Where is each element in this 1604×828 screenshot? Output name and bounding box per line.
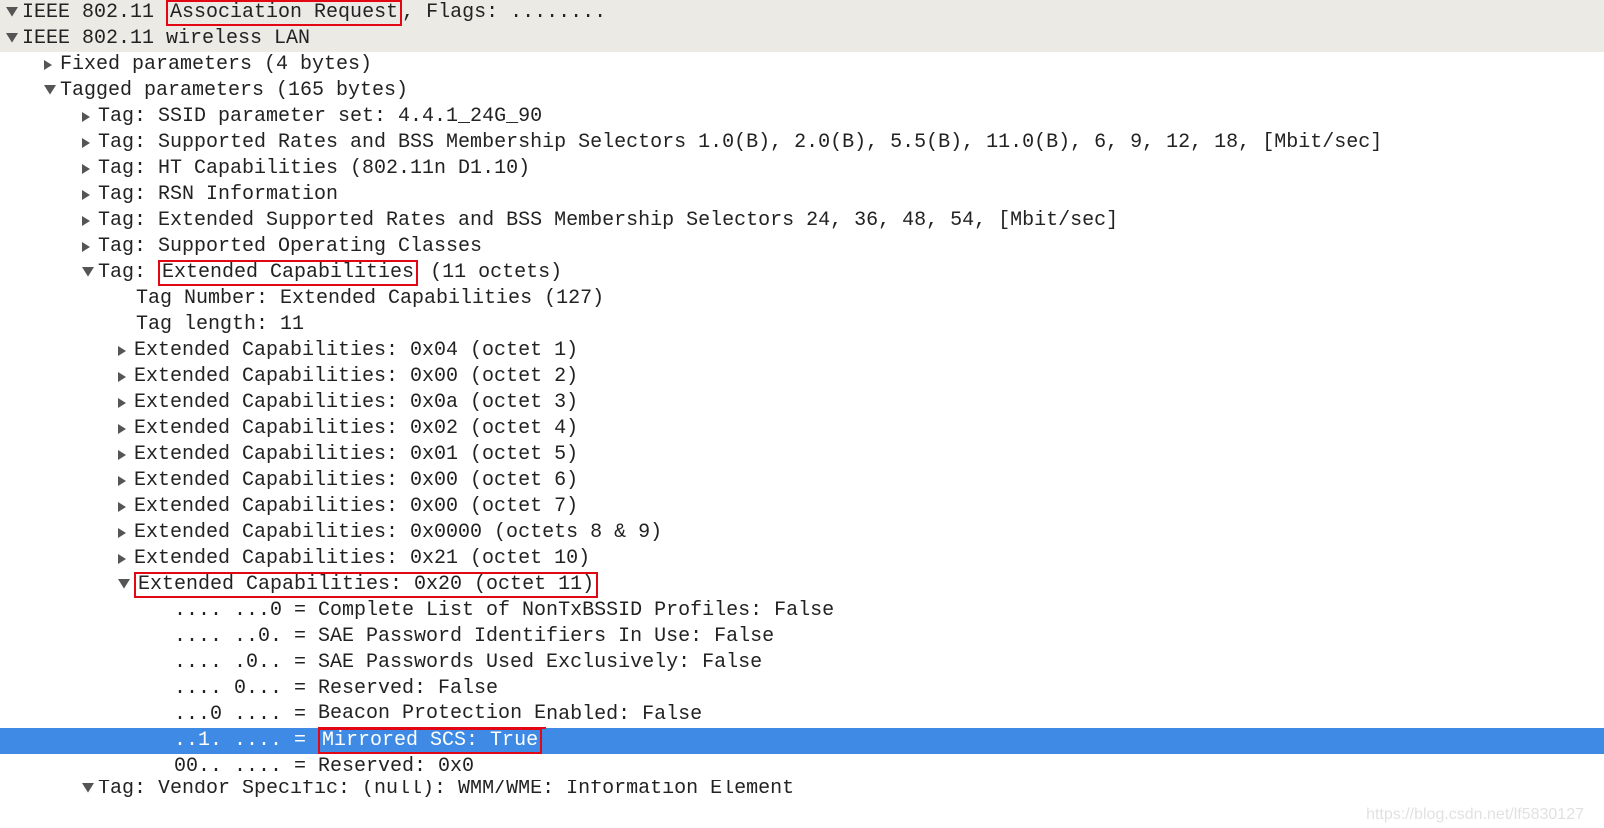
- expand-toggle-icon[interactable]: [118, 501, 132, 513]
- expand-toggle-icon[interactable]: [82, 111, 96, 123]
- text: Tag: Extended Supported Rates and BSS Me…: [98, 208, 1118, 234]
- tree-row-bit-selected[interactable]: ..1. .... = Mirrored SCS: True: [0, 728, 1604, 754]
- highlight-box: Mirrored SCS: True: [318, 728, 542, 754]
- tree-row-ieee80211-wlan[interactable]: IEEE 802.11 wireless LAN: [0, 26, 1604, 52]
- tree-row-octet[interactable]: Extended Capabilities: 0x04 (octet 1): [0, 338, 1604, 364]
- expand-toggle-icon[interactable]: [6, 0, 20, 97]
- expand-toggle-icon[interactable]: [82, 783, 96, 795]
- tree-row-tag-ssid[interactable]: Tag: SSID parameter set: 4.4.1_24G_90: [0, 104, 1604, 130]
- tree-row-fixed-params[interactable]: Fixed parameters (4 bytes): [0, 52, 1604, 78]
- watermark: https://blog.csdn.net/lf5830127: [1366, 806, 1584, 824]
- text: Tag: SSID parameter set: 4.4.1_24G_90: [98, 104, 542, 130]
- highlight-box: Extended Capabilities: 0x20 (octet 11): [134, 572, 598, 598]
- tree-row-tag-ext-cap[interactable]: Tag: Extended Capabilities (11 octets): [0, 260, 1604, 286]
- text: Extended Capabilities: 0x04 (octet 1): [134, 338, 578, 364]
- text: .... ..0. = SAE Password Identifiers In …: [174, 624, 774, 650]
- text: Extended Capabilities: 0x0a (octet 3): [134, 390, 578, 416]
- text: Tag:: [98, 260, 158, 286]
- text: Extended Capabilities: 0x01 (octet 5): [134, 442, 578, 468]
- tree-row-bit[interactable]: 00.. .... = Reserved: 0x0: [0, 754, 1604, 780]
- expand-toggle-icon[interactable]: [82, 189, 96, 201]
- text: .... ...0 = Complete List of NonTxBSSID …: [174, 598, 834, 624]
- highlight-box: Extended Capabilities: [158, 260, 418, 286]
- tree-row-octet[interactable]: Extended Capabilities: 0x21 (octet 10): [0, 546, 1604, 572]
- expand-toggle-icon[interactable]: [82, 215, 96, 227]
- text: Tag: RSN Information: [98, 182, 338, 208]
- text: Extended Capabilities: 0x02 (octet 4): [134, 416, 578, 442]
- text: Tagged parameters (165 bytes): [60, 78, 408, 104]
- highlight-underline: Beacon Protection E: [318, 701, 546, 729]
- tree-row-octet[interactable]: Extended Capabilities: 0x0a (octet 3): [0, 390, 1604, 416]
- text: Tag: Supported Rates and BSS Membership …: [98, 130, 1382, 156]
- text: 00.. .... = Reserved: 0x0: [174, 754, 474, 780]
- text: , Flags: ........: [402, 0, 606, 26]
- text: Tag length: 11: [136, 312, 304, 338]
- tree-row-octet[interactable]: Extended Capabilities: 0x01 (octet 5): [0, 442, 1604, 468]
- expand-toggle-icon[interactable]: [82, 163, 96, 175]
- text: Extended Capabilities: 0x00 (octet 7): [134, 494, 578, 520]
- text: Tag: HT Capabilities (802.11n D1.10): [98, 156, 530, 182]
- tree-row-tag-op-classes[interactable]: Tag: Supported Operating Classes: [0, 234, 1604, 260]
- tree-row-tag-rsn[interactable]: Tag: RSN Information: [0, 182, 1604, 208]
- expand-toggle-icon[interactable]: [82, 267, 96, 279]
- tree-row-tag-ext-rates[interactable]: Tag: Extended Supported Rates and BSS Me…: [0, 208, 1604, 234]
- tree-row-octet-11[interactable]: Extended Capabilities: 0x20 (octet 11): [0, 572, 1604, 598]
- highlight-box: Association Request: [166, 0, 402, 26]
- tree-row-tag-length[interactable]: Tag length: 11: [0, 312, 1604, 338]
- tree-row-bit[interactable]: .... 0... = Reserved: False: [0, 676, 1604, 702]
- expand-toggle-icon[interactable]: [44, 33, 58, 149]
- tree-row-tag-number[interactable]: Tag Number: Extended Capabilities (127): [0, 286, 1604, 312]
- tree-row-tag-vendor[interactable]: Tag: Vendor Specific: (null): WMM/WME: I…: [0, 780, 1604, 798]
- tree-row-bit[interactable]: .... ..0. = SAE Password Identifiers In …: [0, 624, 1604, 650]
- tree-row-bit[interactable]: .... .0.. = SAE Passwords Used Exclusive…: [0, 650, 1604, 676]
- text: Extended Capabilities: 0x00 (octet 2): [134, 364, 578, 390]
- expand-toggle-icon[interactable]: [118, 579, 132, 591]
- text: Tag Number: Extended Capabilities (127): [136, 286, 604, 312]
- text: Extended Capabilities: 0x0000 (octets 8 …: [134, 520, 662, 546]
- tree-row-octet[interactable]: Extended Capabilities: 0x00 (octet 2): [0, 364, 1604, 390]
- expand-toggle-icon[interactable]: [118, 371, 132, 383]
- expand-toggle-icon[interactable]: [118, 345, 132, 357]
- tree-row-tagged-params[interactable]: Tagged parameters (165 bytes): [0, 78, 1604, 104]
- expand-toggle-icon[interactable]: [82, 241, 96, 253]
- tree-row-octet[interactable]: Extended Capabilities: 0x00 (octet 7): [0, 494, 1604, 520]
- expand-toggle-icon[interactable]: [118, 423, 132, 435]
- text: Extended Capabilities: 0x21 (octet 10): [134, 546, 590, 572]
- packet-details-tree: IEEE 802.11 Association Request, Flags: …: [0, 0, 1604, 828]
- expand-toggle-icon[interactable]: [82, 137, 96, 149]
- text: ...0 .... =: [174, 702, 318, 728]
- expand-toggle-icon[interactable]: [118, 527, 132, 539]
- text: nabled: False: [546, 702, 702, 728]
- tree-row-tag-ht[interactable]: Tag: HT Capabilities (802.11n D1.10): [0, 156, 1604, 182]
- text: Extended Capabilities: 0x00 (octet 6): [134, 468, 578, 494]
- text: Tag: Supported Operating Classes: [98, 234, 482, 260]
- expand-toggle-icon[interactable]: [118, 475, 132, 487]
- tree-row-octet[interactable]: Extended Capabilities: 0x02 (octet 4): [0, 416, 1604, 442]
- expand-toggle-icon[interactable]: [118, 397, 132, 409]
- text: (11 octets): [418, 260, 562, 286]
- expand-toggle-icon[interactable]: [118, 553, 132, 565]
- tree-row-ieee80211-header[interactable]: IEEE 802.11 Association Request, Flags: …: [0, 0, 1604, 26]
- tree-row-bit[interactable]: ...0 .... = Beacon Protection Enabled: F…: [0, 702, 1604, 728]
- tree-row-octet[interactable]: Extended Capabilities: 0x0000 (octets 8 …: [0, 520, 1604, 546]
- text: ..1. .... =: [174, 728, 318, 754]
- text: .... 0... = Reserved: False: [174, 676, 498, 702]
- text: Tag: Vendor Specific: (null): WMM/WME: I…: [98, 780, 794, 798]
- text: Fixed parameters (4 bytes): [60, 52, 372, 78]
- expand-toggle-icon[interactable]: [118, 449, 132, 461]
- tree-row-tag-supported-rates[interactable]: Tag: Supported Rates and BSS Membership …: [0, 130, 1604, 156]
- tree-row-bit[interactable]: .... ...0 = Complete List of NonTxBSSID …: [0, 598, 1604, 624]
- text: .... .0.. = SAE Passwords Used Exclusive…: [174, 650, 762, 676]
- tree-row-octet[interactable]: Extended Capabilities: 0x00 (octet 6): [0, 468, 1604, 494]
